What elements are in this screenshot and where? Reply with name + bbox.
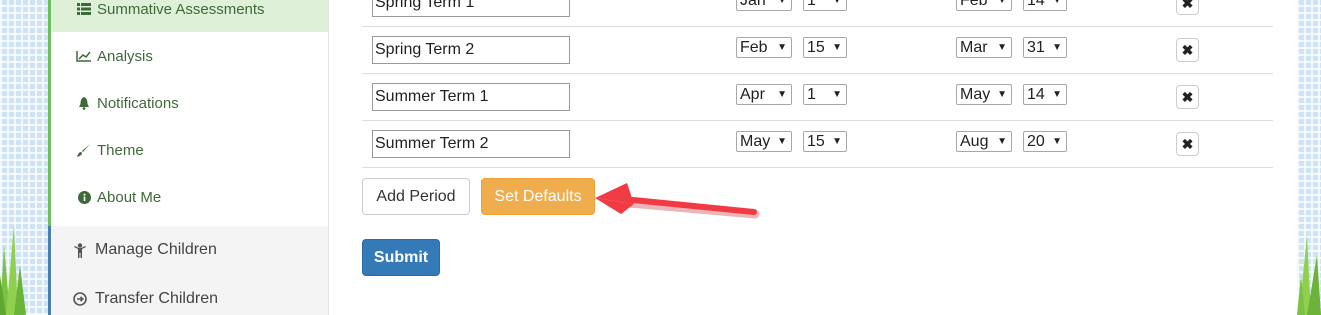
start-day-select[interactable]: 1 ▼ xyxy=(803,0,847,11)
sidebar-item-label: Analysis xyxy=(97,47,153,65)
end-day-select[interactable]: 31 ▼ xyxy=(1023,37,1067,58)
bell-icon xyxy=(75,96,93,110)
end-day-value: 31 xyxy=(1027,39,1045,56)
end-month-select[interactable]: May ▼ xyxy=(956,84,1012,105)
sidebar: Summative Assessments Analysis Notificat… xyxy=(48,0,328,315)
set-defaults-button[interactable]: Set Defaults xyxy=(481,178,595,215)
start-day-select[interactable]: 15 ▼ xyxy=(803,37,847,58)
sidebar-item-transfer-children[interactable]: Transfer Children xyxy=(51,276,328,315)
close-icon: ✖ xyxy=(1181,41,1194,58)
caret-down-icon: ▼ xyxy=(997,42,1007,53)
delete-period-button[interactable]: ✖ xyxy=(1176,85,1199,109)
arrow-circle-icon xyxy=(71,292,89,306)
caret-down-icon: ▼ xyxy=(777,42,787,53)
sidebar-item-label: About Me xyxy=(97,188,162,206)
sidebar-item-label: Theme xyxy=(97,141,144,159)
sidebar-item-label: Transfer Children xyxy=(95,290,219,307)
info-icon xyxy=(75,190,93,204)
start-month-value: May xyxy=(740,133,771,150)
sidebar-item-notifications[interactable]: Notifications xyxy=(51,80,328,126)
list-icon xyxy=(75,3,93,15)
end-day-value: 14 xyxy=(1027,0,1045,9)
start-month-select[interactable]: Jan ▼ xyxy=(736,0,792,11)
start-day-value: 15 xyxy=(807,39,825,56)
period-name-input[interactable]: Summer Term 1 xyxy=(372,83,570,111)
delete-period-button[interactable]: ✖ xyxy=(1176,132,1199,156)
caret-down-icon: ▼ xyxy=(1052,42,1062,53)
start-month-value: Jan xyxy=(740,0,766,9)
delete-period-button[interactable]: ✖ xyxy=(1176,38,1199,62)
sidebar-item-theme[interactable]: Theme xyxy=(51,127,328,173)
period-name-input[interactable]: Spring Term 2 xyxy=(372,36,570,64)
caret-down-icon: ▼ xyxy=(1052,136,1062,147)
close-icon: ✖ xyxy=(1181,135,1194,152)
submit-button[interactable]: Submit xyxy=(362,239,440,276)
caret-down-icon: ▼ xyxy=(1052,0,1062,6)
period-row: Summer Term 2 May ▼ 15 ▼ Aug ▼ 20 ▼ ✖ xyxy=(362,121,1273,168)
start-month-select[interactable]: Apr ▼ xyxy=(736,84,792,105)
grass-decoration-right xyxy=(1297,235,1321,315)
brush-icon xyxy=(75,143,93,157)
start-month-select[interactable]: Feb ▼ xyxy=(736,37,792,58)
end-month-select[interactable]: Mar ▼ xyxy=(956,37,1012,58)
period-name-input[interactable]: Summer Term 2 xyxy=(372,130,570,158)
caret-down-icon: ▼ xyxy=(777,136,787,147)
end-month-select[interactable]: Feb ▼ xyxy=(956,0,1012,11)
caret-down-icon: ▼ xyxy=(997,0,1007,6)
end-month-value: Aug xyxy=(960,133,989,150)
child-icon xyxy=(71,242,89,258)
grass-decoration-left xyxy=(0,225,26,315)
end-month-select[interactable]: Aug ▼ xyxy=(956,131,1012,152)
period-name-input[interactable]: Spring Term 1 xyxy=(372,0,570,17)
start-day-value: 1 xyxy=(807,0,816,9)
end-day-value: 20 xyxy=(1027,133,1045,150)
main-page: Summative Assessments Analysis Notificat… xyxy=(48,0,1297,315)
caret-down-icon: ▼ xyxy=(997,136,1007,147)
close-icon: ✖ xyxy=(1181,88,1194,105)
sidebar-item-analysis[interactable]: Analysis xyxy=(51,33,328,79)
start-month-value: Feb xyxy=(740,39,768,56)
caret-down-icon: ▼ xyxy=(777,89,787,100)
start-day-value: 15 xyxy=(807,133,825,150)
add-period-button[interactable]: Add Period xyxy=(362,178,470,215)
caret-down-icon: ▼ xyxy=(832,0,842,6)
end-month-value: Feb xyxy=(960,0,988,9)
period-row: Summer Term 1 Apr ▼ 1 ▼ May ▼ 14 ▼ ✖ xyxy=(362,74,1273,121)
caret-down-icon: ▼ xyxy=(777,0,787,6)
assessment-periods-panel: Spring Term 1 Jan ▼ 1 ▼ Feb ▼ 14 ▼ ✖ Spring … xyxy=(328,0,1297,315)
line-chart-icon xyxy=(75,50,93,62)
start-day-select[interactable]: 15 ▼ xyxy=(803,131,847,152)
sidebar-item-label: Notifications xyxy=(97,94,179,112)
sidebar-section-children: Manage Children Transfer Children xyxy=(48,226,328,315)
start-day-value: 1 xyxy=(807,86,816,103)
end-day-select[interactable]: 14 ▼ xyxy=(1023,0,1067,11)
period-row: Spring Term 1 Jan ▼ 1 ▼ Feb ▼ 14 ▼ ✖ xyxy=(362,0,1273,27)
close-icon: ✖ xyxy=(1181,0,1194,11)
sidebar-item-manage-children[interactable]: Manage Children xyxy=(51,227,328,273)
delete-period-button[interactable]: ✖ xyxy=(1176,0,1199,15)
caret-down-icon: ▼ xyxy=(1052,89,1062,100)
sidebar-section-settings: Summative Assessments Analysis Notificat… xyxy=(48,0,328,226)
end-day-select[interactable]: 20 ▼ xyxy=(1023,131,1067,152)
start-month-value: Apr xyxy=(740,86,765,103)
start-day-select[interactable]: 1 ▼ xyxy=(803,84,847,105)
end-month-value: May xyxy=(960,86,991,103)
sidebar-item-label: Manage Children xyxy=(95,241,217,258)
end-day-value: 14 xyxy=(1027,86,1045,103)
caret-down-icon: ▼ xyxy=(832,136,842,147)
start-month-select[interactable]: May ▼ xyxy=(736,131,792,152)
end-day-select[interactable]: 14 ▼ xyxy=(1023,84,1067,105)
caret-down-icon: ▼ xyxy=(997,89,1007,100)
caret-down-icon: ▼ xyxy=(832,42,842,53)
caret-down-icon: ▼ xyxy=(832,89,842,100)
sidebar-item-label: Summative Assessments xyxy=(97,0,265,18)
end-month-value: Mar xyxy=(960,39,988,56)
sidebar-item-summative-assessments[interactable]: Summative Assessments xyxy=(51,0,328,32)
period-row: Spring Term 2 Feb ▼ 15 ▼ Mar ▼ 31 ▼ ✖ xyxy=(362,27,1273,74)
sidebar-item-about-me[interactable]: About Me xyxy=(51,174,328,220)
